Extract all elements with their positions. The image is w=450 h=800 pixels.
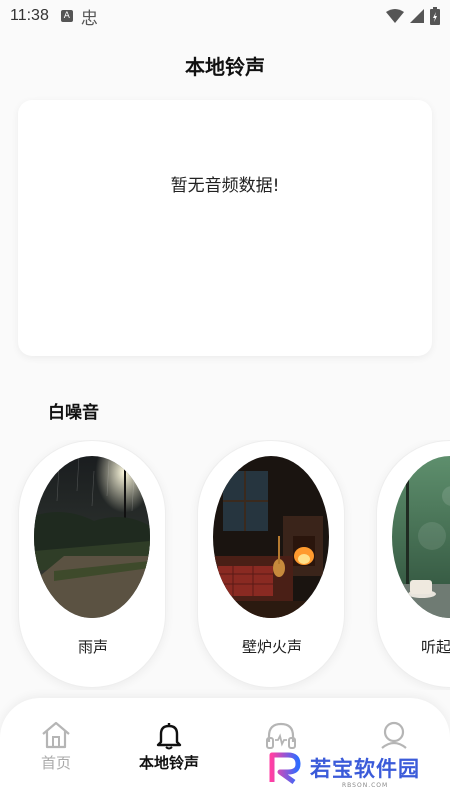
page-title: 本地铃声 — [185, 54, 265, 79]
fireplace-room-image — [213, 456, 329, 618]
chinese-input-icon: 忠 — [80, 8, 98, 29]
page-header: 本地铃声 — [0, 44, 450, 86]
status-left-icons: A 忠 — [60, 4, 98, 29]
white-noise-label: 壁炉火声 — [241, 638, 302, 656]
white-noise-card-third[interactable]: 听起来放 — [376, 440, 450, 688]
white-noise-label: 雨声 — [77, 638, 108, 656]
white-noise-card-rain[interactable]: 雨声 — [18, 440, 166, 688]
a-badge-icon: A — [60, 10, 73, 22]
wifi-icon — [386, 9, 404, 23]
status-time: 11:38 — [10, 7, 49, 24]
watermark-subtext: RBSON.COM — [342, 782, 389, 789]
white-noise-section-title: 白噪音 — [48, 403, 99, 423]
watermark-text: 若宝软件园 — [310, 757, 420, 781]
nav-home[interactable]: 首页 — [11, 720, 101, 773]
white-noise-label: 听起来放 — [420, 638, 450, 656]
empty-audio-card: 暂无音频数据! — [18, 100, 432, 356]
nav-white-noise[interactable] — [236, 720, 326, 752]
watermark: 若宝软件园 RBSON.COM — [268, 752, 420, 789]
white-noise-card-fireplace[interactable]: 壁炉火声 — [197, 440, 345, 688]
battery-icon — [430, 7, 440, 25]
status-right-icons — [386, 7, 440, 25]
rainy-night-park-image — [34, 456, 150, 618]
rainy-window-tea-image — [392, 456, 450, 618]
headphones-icon — [266, 722, 296, 749]
bell-icon — [156, 723, 182, 750]
user-icon — [381, 721, 407, 749]
status-bar: 11:38 A 忠 — [0, 0, 450, 32]
nav-profile[interactable] — [349, 720, 439, 752]
nav-local-ringtones[interactable]: 本地铃声 — [124, 720, 214, 773]
empty-state-message: 暂无音频数据! — [170, 175, 280, 196]
signal-icon — [410, 9, 424, 23]
rbson-logo-icon — [269, 752, 301, 784]
nav-local-ringtones-label: 本地铃声 — [138, 754, 199, 772]
white-noise-list[interactable]: 雨声 壁炉火声 听起 — [0, 440, 450, 690]
home-icon — [42, 721, 70, 749]
nav-home-label: 首页 — [40, 754, 71, 772]
